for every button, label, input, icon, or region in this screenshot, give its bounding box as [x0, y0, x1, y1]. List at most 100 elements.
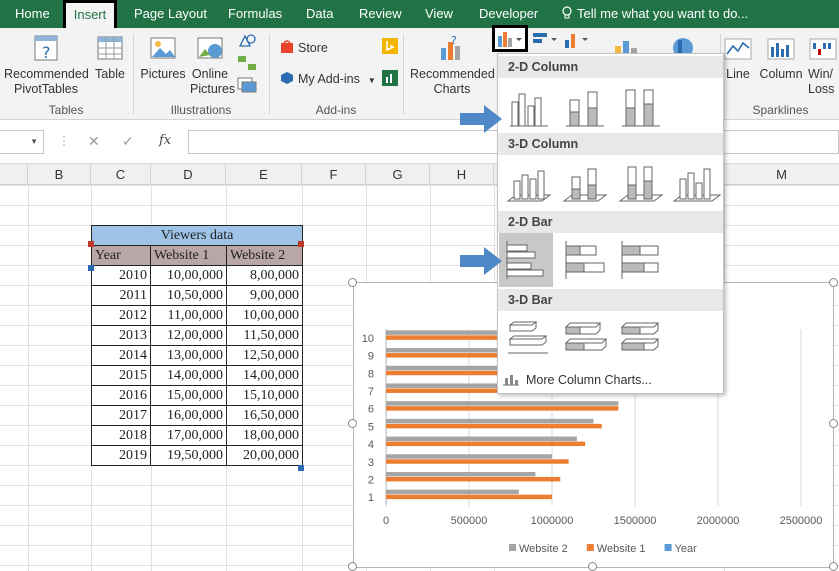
tab-developer[interactable]: Developer: [479, 0, 538, 28]
table-cell[interactable]: 2010: [91, 265, 151, 286]
table-button[interactable]: Table: [92, 34, 128, 82]
tab-view[interactable]: View: [425, 0, 453, 28]
online-pictures-button[interactable]: Online Pictures: [190, 34, 235, 97]
table-cell[interactable]: 10,50,000: [150, 285, 227, 306]
name-box[interactable]: ▼: [0, 130, 44, 154]
cancel-button[interactable]: ✕: [88, 133, 100, 150]
column-header-m[interactable]: M: [724, 164, 839, 185]
screenshot-icon[interactable]: [236, 76, 258, 94]
3d-stacked-bar-option[interactable]: [558, 313, 612, 367]
3d-100-stacked-bar-option[interactable]: [614, 313, 668, 367]
table-header-website-2[interactable]: Website 2: [226, 245, 303, 266]
bing-icon[interactable]: [382, 38, 398, 54]
table-cell[interactable]: 2018: [91, 425, 151, 446]
selection-handle[interactable]: [298, 465, 304, 471]
table-cell[interactable]: 2015: [91, 365, 151, 386]
smartart-icon[interactable]: [236, 54, 258, 72]
column-chart-dropdown-button[interactable]: [492, 25, 528, 52]
sparkline-column-button[interactable]: Column: [758, 34, 804, 82]
100-stacked-column-option[interactable]: [614, 80, 668, 134]
tab-data[interactable]: Data: [306, 0, 333, 28]
table-cell[interactable]: 2011: [91, 285, 151, 306]
column-header-c[interactable]: C: [91, 164, 151, 185]
y-tick-label: 3: [368, 457, 374, 469]
people-graph-icon[interactable]: [382, 70, 398, 86]
tab-home[interactable]: Home: [15, 0, 50, 28]
table-cell[interactable]: 20,00,000: [226, 445, 303, 466]
selection-handle[interactable]: [88, 265, 94, 271]
3d-100-stacked-column-option[interactable]: [614, 157, 668, 211]
table-cell[interactable]: 2019: [91, 445, 151, 466]
my-addins-label: My Add-ins: [298, 72, 360, 86]
selection-handle[interactable]: [88, 241, 94, 247]
column-header-h[interactable]: H: [430, 164, 494, 185]
pictures-button[interactable]: Pictures: [140, 34, 186, 82]
table-cell[interactable]: 2013: [91, 325, 151, 346]
table-cell[interactable]: 19,50,000: [150, 445, 227, 466]
stacked-column-option[interactable]: [558, 80, 612, 134]
column-header-e[interactable]: E: [226, 164, 302, 185]
table-cell[interactable]: 2017: [91, 405, 151, 426]
hierarchy-chart-icon[interactable]: [562, 30, 592, 50]
100-stacked-bar-option[interactable]: [614, 233, 668, 287]
column-header[interactable]: [0, 164, 28, 185]
clustered-column-option[interactable]: [502, 80, 556, 134]
table-cell[interactable]: 12,00,000: [150, 325, 227, 346]
more-column-charts-link[interactable]: More Column Charts...: [502, 372, 652, 387]
table-cell[interactable]: 2014: [91, 345, 151, 366]
table-cell[interactable]: 16,00,000: [150, 405, 227, 426]
table-cell[interactable]: 13,00,000: [150, 345, 227, 366]
stacked-bar-option[interactable]: [558, 233, 612, 287]
tab-formulas[interactable]: Formulas: [228, 0, 282, 28]
table-cell[interactable]: 12,50,000: [226, 345, 303, 366]
table-cell[interactable]: 14,00,000: [150, 365, 227, 386]
chart-resize-handle[interactable]: [348, 419, 357, 428]
table-cell[interactable]: 16,50,000: [226, 405, 303, 426]
column-header-f[interactable]: F: [302, 164, 366, 185]
tab-insert[interactable]: Insert: [63, 0, 117, 28]
tab-page-layout[interactable]: Page Layout: [134, 0, 207, 28]
table-header-website-1[interactable]: Website 1: [150, 245, 227, 266]
sparkline-winloss-button[interactable]: Win/ Loss: [808, 34, 839, 97]
3d-column-option[interactable]: [670, 157, 724, 211]
table-cell[interactable]: 17,00,000: [150, 425, 227, 446]
store-button[interactable]: Store: [280, 40, 328, 55]
chart-resize-handle[interactable]: [348, 562, 357, 571]
3d-clustered-column-option[interactable]: [502, 157, 556, 211]
column-header-b[interactable]: B: [28, 164, 91, 185]
tab-review[interactable]: Review: [359, 0, 402, 28]
table-cell[interactable]: 2016: [91, 385, 151, 406]
clustered-bar-option[interactable]: [499, 233, 553, 287]
sparkline-line-button[interactable]: Line: [722, 34, 754, 82]
table-header-year[interactable]: Year: [91, 245, 151, 266]
table-cell[interactable]: 11,00,000: [150, 305, 227, 326]
chart-resize-handle[interactable]: [348, 278, 357, 287]
table-cell[interactable]: 9,00,000: [226, 285, 303, 306]
table-cell[interactable]: 11,50,000: [226, 325, 303, 346]
table-cell[interactable]: 8,00,000: [226, 265, 303, 286]
chart-resize-handle[interactable]: [829, 278, 838, 287]
confirm-button[interactable]: ✓: [122, 133, 134, 150]
table-cell[interactable]: 10,00,000: [226, 305, 303, 326]
chart-resize-handle[interactable]: [829, 419, 838, 428]
shapes-icon[interactable]: [236, 32, 258, 50]
recommended-pivottables-button[interactable]: ? Recommended PivotTables: [4, 34, 89, 97]
recommended-charts-button[interactable]: ? Recommended Charts: [410, 34, 495, 97]
selection-handle[interactable]: [298, 241, 304, 247]
chart-resize-handle[interactable]: [588, 562, 597, 571]
3d-clustered-bar-option[interactable]: [502, 313, 556, 367]
table-cell[interactable]: 18,00,000: [226, 425, 303, 446]
table-cell[interactable]: 15,00,000: [150, 385, 227, 406]
table-cell[interactable]: 2012: [91, 305, 151, 326]
my-addins-button[interactable]: My Add-ins ▼: [280, 71, 376, 86]
column-header-d[interactable]: D: [151, 164, 226, 185]
table-cell[interactable]: 15,10,000: [226, 385, 303, 406]
bar-chart-icon[interactable]: [531, 30, 561, 50]
3d-stacked-column-option[interactable]: [558, 157, 612, 211]
chart-resize-handle[interactable]: [829, 562, 838, 571]
tell-me-box[interactable]: Tell me what you want to do...: [561, 0, 748, 28]
insert-function-button[interactable]: fx: [159, 133, 171, 148]
table-cell[interactable]: 14,00,000: [226, 365, 303, 386]
column-header-g[interactable]: G: [366, 164, 430, 185]
table-cell[interactable]: 10,00,000: [150, 265, 227, 286]
